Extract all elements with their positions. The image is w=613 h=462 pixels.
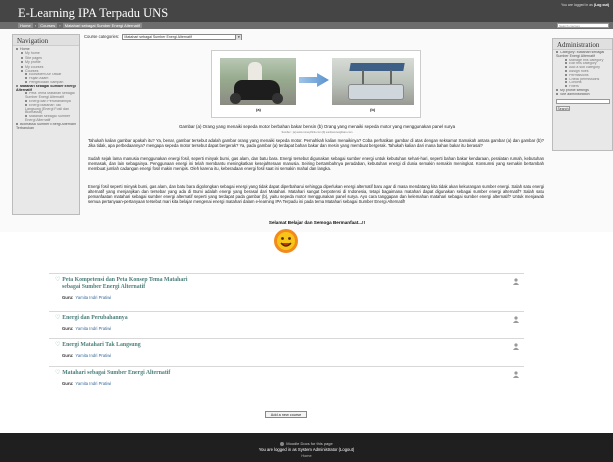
navigation-block: Navigation Home My home Site pages My profi… — [12, 34, 80, 215]
bullet-icon — [21, 56, 23, 59]
user-icon — [513, 371, 519, 378]
arrow-right-icon — [299, 73, 329, 87]
heart-icon: ♡ — [55, 315, 61, 321]
bullet-icon — [556, 92, 558, 95]
bullet-icon — [25, 103, 27, 106]
section-teacher: Guru: Yamita Indri Pratiwi — [62, 326, 112, 331]
navigation-title: Navigation — [13, 35, 79, 46]
search-courses-input[interactable]: Search courses — [557, 23, 609, 28]
navigation-item[interactable]: Matahari sebagai Sumber Energi Alternati… — [16, 85, 77, 93]
bullet-icon — [21, 65, 23, 68]
administration-item[interactable]: Site administration — [556, 93, 610, 97]
section-teacher: Guru: Yamita Indri Pratiwi — [62, 381, 112, 386]
user-icon — [513, 278, 519, 285]
breadcrumb: Home › Courses › Matahari sebagai Sumber… — [18, 23, 142, 29]
site-header: E-Learning IPA Terpadu UNS You are logge… — [0, 0, 613, 22]
intro-paragraph-1: Tahukah kalian gambar apakah itu? Ya, be… — [88, 138, 544, 149]
navigation-item[interactable]: Biomassa Sumber Energi Alternatif Terbar… — [16, 123, 77, 131]
page-footer: Moodle Docs for this page You are logged… — [0, 433, 613, 462]
breadcrumb-home[interactable]: Home — [18, 23, 33, 29]
closing-message: Selamat Belajar dan Semoga Bermanfaat...… — [268, 220, 366, 225]
bullet-icon — [565, 66, 567, 69]
bullet-icon — [565, 81, 567, 84]
smiley-icon — [274, 229, 298, 253]
bullet-icon — [25, 115, 27, 118]
bullet-icon — [25, 92, 27, 95]
section-title[interactable]: ♡ Energi Matahari Tak Langsung — [55, 342, 141, 349]
bullet-icon — [21, 61, 23, 64]
footer-logout-link[interactable]: (Logout) — [339, 447, 355, 452]
administration-title: Administration — [553, 39, 612, 50]
moodle-course-page: E-Learning IPA Terpadu UNS You are logge… — [0, 0, 613, 232]
footer-user-link[interactable]: System Administrator — [298, 447, 338, 452]
section-title-line2[interactable]: sebagai Sumber Energi Alternatif — [62, 284, 145, 290]
help-icon — [280, 441, 285, 446]
logout-link[interactable]: (Log out) — [594, 3, 609, 7]
bullet-icon — [556, 51, 558, 54]
motorcycle-figure: (a) (b) — [211, 50, 421, 118]
bullet-icon — [565, 70, 567, 73]
figure-caption: Gambar (a) Orang yang menaiki sepeda mot… — [178, 124, 456, 129]
add-new-course-button[interactable]: Add a new course — [265, 411, 307, 418]
footer-login-info: You are logged in as System Administrato… — [258, 447, 355, 452]
navigation-item[interactable]: Peta Tema Matahari sebagai Sumber Energi… — [16, 92, 77, 100]
figure-label-b: (b) — [370, 107, 376, 112]
footer-help[interactable]: Moodle Docs for this page — [0, 441, 613, 446]
bullet-icon — [25, 73, 27, 76]
bullet-icon — [25, 81, 27, 84]
section-teacher: Guru: Yamita Indri Pratiwi — [62, 295, 112, 300]
administration-list: Category: Matahari sebagai Sumber Energi… — [553, 50, 612, 97]
bullet-icon — [565, 62, 567, 65]
bullet-icon — [565, 85, 567, 88]
section-title[interactable]: ♡ Peta Kompetensi dan Peta Konsep Tema Ma… — [55, 277, 187, 284]
category-row: Course categories: Matahari sebagai Sumb… — [84, 34, 243, 40]
bullet-icon — [25, 77, 27, 80]
breadcrumb-courses[interactable]: Courses — [38, 23, 58, 29]
bullet-icon — [16, 48, 18, 51]
figure-label-a: (a) — [256, 107, 261, 112]
course-section[interactable]: ♡ Matahari sebagai Sumber Energi Alternat… — [49, 366, 524, 412]
bullet-icon — [16, 84, 18, 87]
heart-icon: ♡ — [55, 342, 61, 348]
bullet-icon — [16, 122, 18, 125]
figure-source: Sumber : [a] www.moneythink.com [b] sumb… — [281, 131, 353, 134]
footer-home-link[interactable]: Home — [0, 454, 613, 458]
bullet-icon — [556, 89, 558, 92]
section-teacher: Guru: Yamita Indri Pratiwi — [62, 353, 112, 358]
intro-paragraph-3: Energi fosil seperti minyak bumi, gas al… — [88, 184, 544, 205]
site-title[interactable]: E-Learning IPA Terpadu UNS — [18, 6, 168, 21]
user-icon — [513, 343, 519, 350]
bullet-icon — [21, 52, 23, 55]
section-title[interactable]: ♡ Energi dan Perubahannya — [55, 315, 128, 322]
bullet-icon — [21, 70, 23, 73]
administration-block: Administration Category: Matahari sebaga… — [552, 38, 613, 151]
fuel-motorcycle-photo — [220, 58, 296, 105]
heart-icon: ♡ — [55, 370, 61, 376]
solar-motorcycle-photo — [332, 58, 414, 105]
navigation-list: Home My home Site pages My profile My course… — [13, 46, 79, 130]
bullet-icon — [25, 100, 27, 103]
navigation-item[interactable]: Matahari sebagai Sumber Energi Alternati… — [16, 115, 77, 123]
intro-paragraph-2: Sudah sejak lama manusia menggunakan ene… — [88, 156, 544, 172]
breadcrumb-current[interactable]: Matahari sebagai Sumber Energi Alternati… — [62, 23, 142, 29]
admin-search-button[interactable]: Search — [556, 105, 570, 111]
main-content: Course categories: Matahari sebagai Sumb… — [84, 34, 550, 230]
section-title[interactable]: ♡ Matahari sebagai Sumber Energi Alternat… — [55, 370, 170, 377]
breadcrumb-bar: Home › Courses › Matahari sebagai Sumber… — [0, 22, 613, 29]
administration-item[interactable]: Category: Matahari sebagai Sumber Energi… — [556, 51, 610, 59]
admin-search-input[interactable] — [556, 98, 610, 104]
user-icon — [513, 316, 519, 323]
login-info: You are logged in as (Log out) — [561, 3, 609, 7]
bullet-icon — [565, 58, 567, 61]
navigation-item[interactable]: Energi Matahari Tak Langsung (Energi Fos… — [16, 104, 77, 115]
category-label: Course categories: — [84, 34, 120, 40]
category-select[interactable]: Matahari sebagai Sumber Energi Alternati… — [122, 34, 243, 40]
bullet-icon — [565, 77, 567, 80]
heart-icon: ♡ — [55, 277, 61, 283]
chevron-down-icon: ▼ — [235, 35, 242, 40]
bullet-icon — [565, 73, 567, 76]
